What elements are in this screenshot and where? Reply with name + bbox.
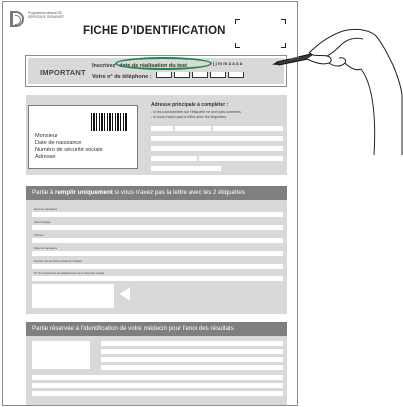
section-doctor-header: Partie réservée à l'identification de vo… <box>26 322 287 336</box>
first-name-field[interactable] <box>32 238 283 243</box>
address-title: Adresse principale à compléter : <box>151 102 229 108</box>
phone-cell[interactable] <box>156 72 172 78</box>
field-label: Nom de naissance <box>34 207 58 211</box>
doctor-field[interactable] <box>101 341 283 346</box>
doctor-field[interactable] <box>32 391 283 396</box>
address-field[interactable] <box>151 136 283 141</box>
field-label: Date de naissance <box>34 246 58 250</box>
usage-name-field[interactable] <box>32 225 283 230</box>
logo-icon <box>10 11 24 27</box>
doctor-stamp-area[interactable] <box>32 341 90 369</box>
important-label: IMPORTANT <box>40 68 86 77</box>
form-title: FICHE D’IDENTIFICATION <box>83 25 226 37</box>
doctor-field[interactable] <box>101 349 283 354</box>
arrow-left-icon <box>120 287 130 301</box>
field-label: N° de l'organisme de rattachement de la … <box>34 271 105 275</box>
phone-cell[interactable] <box>174 72 190 78</box>
address-field[interactable] <box>151 146 283 151</box>
field-label: Nom d'usage <box>34 220 51 224</box>
address-field[interactable] <box>199 156 283 161</box>
doctor-field[interactable] <box>101 357 283 362</box>
corner-mark <box>281 19 286 24</box>
field-label: Prénom <box>34 233 44 237</box>
phone-cell[interactable] <box>192 72 208 78</box>
address-notes: - si les coordonnées sur l'étiquette ne … <box>151 110 241 119</box>
phone-cell[interactable] <box>210 72 226 78</box>
section-manual-entry-header: Partie à remplir uniquement si vous n'av… <box>26 186 287 200</box>
test-date-field[interactable]: j j m m a a a a <box>213 61 242 66</box>
label-sticker-area[interactable] <box>32 284 114 308</box>
barcode <box>91 113 127 131</box>
highlight-circle <box>115 57 212 70</box>
field-label: Numéro de sécurité sociale de l'assuré <box>34 259 83 263</box>
address-field[interactable] <box>151 156 197 161</box>
address-field[interactable] <box>175 126 211 131</box>
identification-label: Monsieur Date de naissance Numéro de séc… <box>28 105 138 169</box>
insurance-organism-field[interactable] <box>32 276 283 281</box>
phone-cell[interactable] <box>228 72 244 78</box>
doctor-field[interactable] <box>32 383 283 388</box>
corner-mark <box>235 19 240 24</box>
birth-date-field[interactable] <box>32 251 283 256</box>
logo-text: Programme national DE DÉPISTAGE ORGANISÉ <box>28 11 64 19</box>
label-line: Date de naissance <box>35 140 82 146</box>
label-line: Numéro de sécurité sociale <box>35 147 103 153</box>
label-line: Adresse <box>35 154 56 160</box>
hand-with-pen-icon <box>272 28 403 155</box>
doctor-field[interactable] <box>101 365 283 370</box>
phone-label: Votre n° de téléphone : <box>92 74 152 80</box>
social-security-field[interactable] <box>32 264 283 269</box>
corner-mark <box>235 43 240 48</box>
address-field[interactable] <box>151 126 173 131</box>
label-line: Monsieur <box>35 133 59 139</box>
address-field[interactable] <box>151 166 221 171</box>
birth-name-field[interactable] <box>32 212 283 217</box>
doctor-field[interactable] <box>32 375 283 380</box>
